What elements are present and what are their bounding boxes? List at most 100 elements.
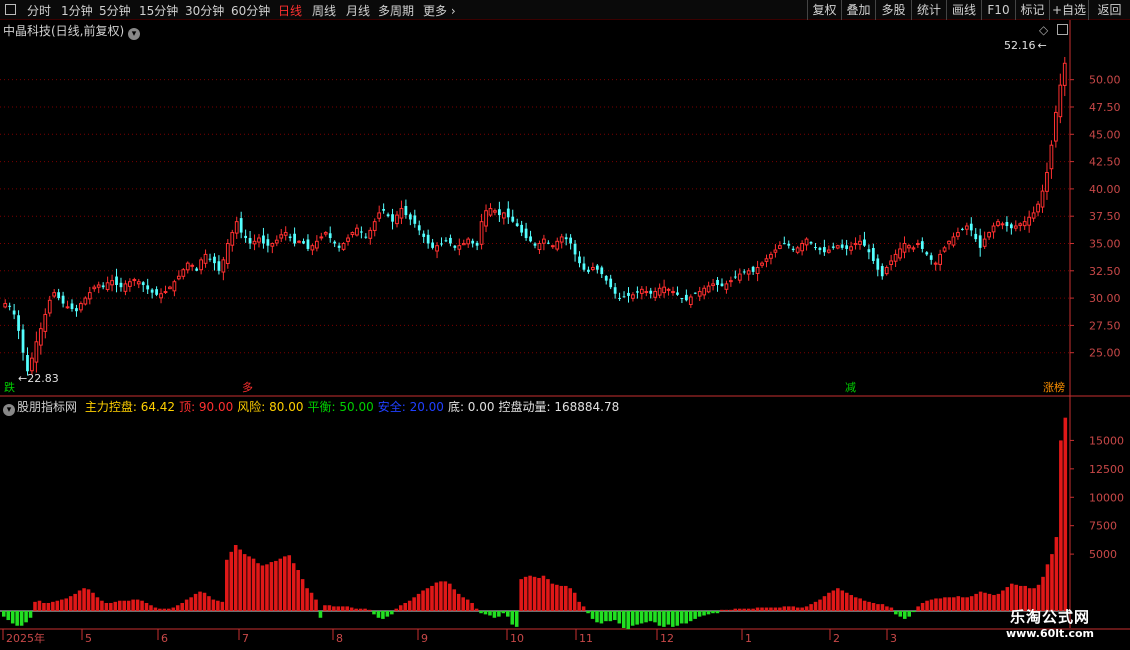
candle-body-down [595, 265, 599, 270]
candle-body-down [155, 289, 158, 295]
candle-body-down [974, 233, 978, 240]
indicator-bar-positive [358, 608, 363, 611]
indicator-bar-negative [483, 610, 488, 615]
indicator-param-0: 主力控盘: 64.42 [84, 400, 176, 414]
candle-body-down [413, 215, 417, 224]
indicator-bar-positive [113, 601, 118, 611]
candle-body-down [716, 279, 719, 285]
candle-body-up [942, 247, 947, 252]
candle-body-down [21, 329, 25, 353]
candle-body-down [119, 282, 123, 288]
indicator-bar-positive [198, 591, 202, 611]
indicator-bar-positive [332, 606, 336, 611]
time-axis-label: 2 [833, 632, 840, 645]
candle-body-down [613, 287, 617, 294]
candle-body-up [283, 232, 288, 236]
candle-body-down [684, 294, 688, 301]
indicator-bar-negative [666, 610, 671, 625]
indicator-bar-positive [925, 600, 929, 611]
indicator-bar-positive [367, 609, 372, 611]
candle-body-down [244, 235, 248, 239]
candle-body-down [337, 245, 341, 248]
indicator-bar-positive [117, 600, 122, 611]
indicator-bar-negative [630, 610, 635, 626]
indicator-bar-positive [207, 596, 211, 611]
indicator-bar-positive [162, 608, 167, 611]
indicator-bar-positive [751, 608, 755, 611]
candle-body-up [915, 242, 920, 245]
main-y-tick-label: 30.00 [1089, 292, 1121, 305]
candle-body-up [542, 238, 546, 244]
candle-body-up [501, 212, 506, 219]
indicator-bar-positive [82, 588, 86, 611]
time-axis-label: 5 [85, 632, 92, 645]
indicator-bar-positive [407, 600, 412, 611]
indicator-bar-positive [934, 598, 938, 611]
indicator-bar-positive [916, 606, 920, 611]
candle-body-down [636, 291, 639, 293]
indicator-param-3: 平衡: 50.00 [307, 400, 374, 414]
indicator-bar-positive [764, 607, 769, 611]
candle-body-down [444, 240, 448, 242]
candle-body-down [115, 276, 118, 285]
candle-body-down [529, 236, 532, 242]
indicator-bar-positive [180, 602, 184, 611]
candle-body-up [764, 258, 769, 262]
candle-body-up [951, 236, 956, 246]
indicator-bar-positive [844, 592, 849, 611]
candle-body-down [524, 228, 528, 239]
indicator-bar-positive [746, 608, 751, 611]
indicator-bar-negative [702, 610, 706, 616]
main-y-tick-label: 40.00 [1089, 183, 1121, 196]
candle-body-up [83, 297, 88, 305]
indicator-bar-positive [577, 601, 581, 611]
indicator-bar-positive [291, 563, 296, 611]
candle-body-up [395, 214, 399, 225]
indicator-bar-positive [64, 598, 69, 611]
indicator-toggle-icon[interactable]: ▾ [3, 404, 15, 416]
candle-body-up [225, 242, 230, 265]
indicator-bar-positive [729, 609, 733, 611]
indicator-bar-positive [309, 592, 314, 611]
candle-body-down [782, 243, 786, 245]
time-axis-label: 2025年 [6, 631, 45, 645]
candle-body-down [676, 292, 679, 295]
watermark: 乐淘公式网 www.60lt.com [985, 606, 1115, 646]
indicator-bar-positive [220, 601, 225, 611]
candle-body-up [858, 240, 862, 245]
indicator-bar-negative [688, 610, 693, 622]
signal-label-rise-rank: 涨榜 [1043, 381, 1065, 394]
indicator-bar-positive [795, 607, 800, 611]
candle-body-up [1036, 203, 1040, 213]
indicator-param-1: 顶: 90.00 [179, 400, 234, 414]
candle-body-up [1000, 223, 1005, 226]
indicator-bar-positive [122, 600, 126, 611]
indicator-bar-positive [947, 597, 952, 611]
candle-body-up [804, 238, 809, 246]
indicator-bar-positive [965, 597, 969, 611]
candle-body-down [693, 292, 697, 294]
kline-chart[interactable]: 50.00 47.50 45.00 42.50 40.00 37.50 35.00 32.50… [0, 0, 1130, 650]
indicator-bar-negative [372, 610, 376, 615]
indicator-bar-positive [862, 600, 867, 611]
candle-body-up [826, 249, 831, 253]
indicator-bar-negative [715, 610, 720, 614]
indicator-bar-negative [24, 610, 28, 623]
indicator-bar-positive [104, 602, 109, 611]
candle-body-up [346, 237, 350, 242]
indicator-bar-positive [394, 608, 399, 611]
candle-body-up [1058, 84, 1063, 118]
candle-body-down [404, 206, 408, 216]
indicator-bar-positive [153, 607, 158, 611]
candle-body-up [702, 287, 707, 296]
indicator-param-2: 风险: 80.00 [237, 400, 304, 414]
indicator-bar-positive [327, 605, 332, 611]
candle-body-down [364, 236, 368, 238]
indicator-bar-positive [238, 549, 242, 611]
candle-body-up [159, 293, 163, 299]
candle-body-up [87, 292, 92, 300]
candle-body-up [34, 341, 39, 363]
candle-body-up [466, 238, 471, 245]
candle-body-up [132, 279, 137, 282]
candle-body-up [181, 269, 186, 277]
